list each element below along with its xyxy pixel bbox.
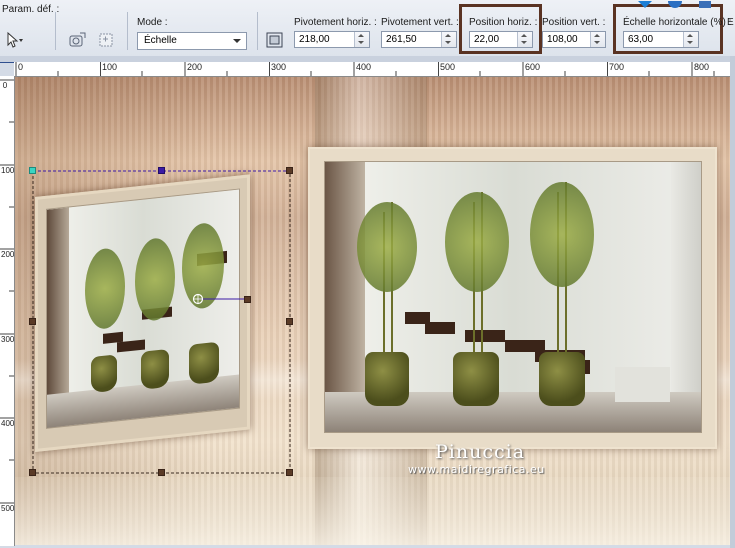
ruler-label: 600 [525, 62, 541, 72]
ruler-label: 300 [271, 62, 287, 72]
tool-options-bar: Param. déf. : Mode : Échelle Pivotement … [0, 0, 735, 57]
ruler-label: 400 [356, 62, 372, 72]
position-vert-value: 108,00 [547, 34, 578, 45]
separator [127, 12, 128, 50]
reset-icon [69, 32, 86, 47]
pivot-horiz-value: 218,00 [299, 34, 330, 45]
copy-icon [99, 33, 113, 47]
ruler-label: 0 [18, 62, 24, 72]
position-horiz-label: Position horiz. : [469, 17, 538, 28]
presets-dropdown[interactable] [4, 30, 26, 50]
pick-tool-icon [7, 31, 23, 48]
corner-handle-top-left[interactable] [29, 167, 36, 174]
ruler-label: 500 [440, 62, 456, 72]
separator [257, 12, 258, 50]
corner-handle-top-right[interactable] [286, 167, 293, 174]
spin-buttons[interactable] [517, 32, 532, 47]
presets-label: Param. déf. : [2, 4, 60, 15]
truncated-label: E [727, 17, 734, 28]
reset-button[interactable] [66, 30, 88, 50]
pivot-vert-input[interactable]: 261,50 [381, 31, 457, 48]
pivot-horiz-input[interactable]: 218,00 [294, 31, 370, 48]
spin-buttons[interactable] [590, 32, 605, 47]
pivot-vert-value: 261,50 [386, 34, 417, 45]
ruler-label: 200 [1, 250, 15, 259]
corner-handle-bottom-right[interactable] [286, 469, 293, 476]
frame-icon [266, 32, 283, 48]
copy-button[interactable] [96, 30, 118, 50]
vertical-ruler: 0 100 200 300 400 500 [0, 76, 15, 546]
apply-button[interactable] [634, 0, 656, 8]
ruler-label: 800 [694, 62, 710, 72]
scale-horiz-label: Échelle horizontale (%) : [623, 17, 732, 28]
apply-icon [638, 1, 652, 8]
scale-horiz-value: 63,00 [628, 34, 654, 45]
position-horiz-value: 22,00 [474, 34, 500, 45]
edge-handle-bottom[interactable] [158, 469, 165, 476]
horizontal-ruler: 0 100 200 300 400 500 600 700 800 [14, 62, 730, 77]
ruler-label: 300 [1, 335, 15, 344]
spin-buttons[interactable] [441, 32, 456, 47]
ruler-ticks [0, 79, 14, 504]
separator [55, 12, 56, 50]
ruler-label: 0 [2, 81, 8, 90]
spin-buttons[interactable] [683, 32, 698, 47]
help-button[interactable] [694, 0, 716, 8]
edge-handle-right[interactable] [286, 318, 293, 325]
watermark-name: Pinuccia [435, 441, 526, 463]
transform-bounding-box[interactable] [15, 77, 730, 545]
rotation-handle[interactable] [244, 296, 251, 303]
ruler-label: 700 [609, 62, 625, 72]
position-vert-input[interactable]: 108,00 [542, 31, 606, 48]
pivot-vert-label: Pivotement vert. : [381, 17, 459, 28]
edge-handle-top[interactable] [158, 167, 165, 174]
position-horiz-input[interactable]: 22,00 [469, 31, 533, 48]
scale-horiz-input[interactable]: 63,00 [623, 31, 699, 48]
ruler-label: 500 [1, 504, 15, 513]
edge-handle-left[interactable] [29, 318, 36, 325]
position-vert-label: Position vert. : [542, 17, 606, 28]
mode-select[interactable]: Échelle [137, 32, 247, 50]
chevron-down-icon [233, 39, 241, 43]
ruler-label: 100 [1, 166, 15, 175]
image-canvas[interactable]: Pinuccia www.maidiregrafica.eu [15, 77, 730, 545]
pivot-horiz-label: Pivotement horiz. : [294, 17, 377, 28]
mode-select-value: Échelle [144, 35, 177, 46]
mode-label: Mode : [137, 17, 168, 28]
ruler-label: 100 [102, 62, 118, 72]
ruler-label: 200 [187, 62, 203, 72]
corner-handle-bottom-left[interactable] [29, 469, 36, 476]
ruler-label: 400 [1, 419, 15, 428]
cancel-icon [668, 0, 682, 8]
scrollbar-vertical[interactable] [730, 56, 735, 548]
frame-button[interactable] [264, 30, 286, 50]
cancel-button[interactable] [664, 0, 686, 8]
watermark-url: www.maidiregrafica.eu [408, 463, 545, 476]
help-icon [699, 1, 711, 8]
spin-buttons[interactable] [354, 32, 369, 47]
